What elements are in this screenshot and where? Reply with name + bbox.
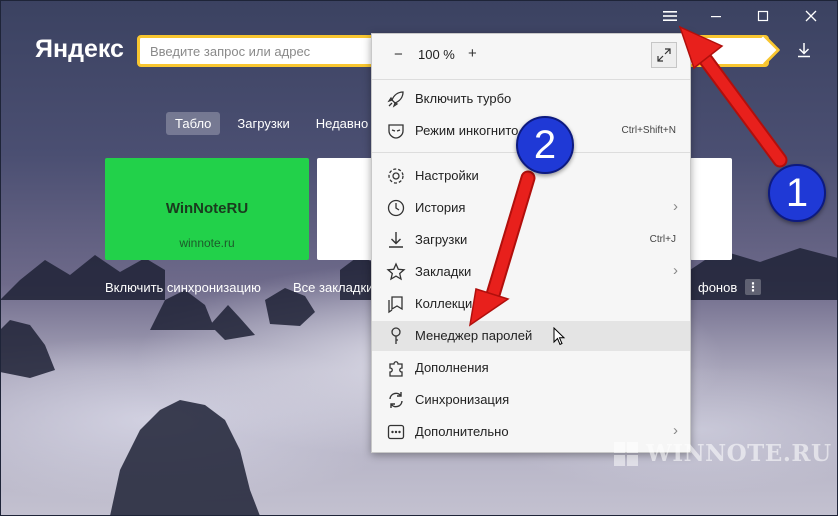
more-options-button[interactable]: ⋮: [745, 279, 761, 295]
key-icon: [391, 327, 401, 344]
menu-item-label: История: [415, 200, 466, 215]
menu-item-password-manager[interactable]: Менеджер паролей: [372, 321, 690, 351]
submenu-arrow-icon: ›: [673, 262, 678, 279]
incognito-mask-icon: [388, 124, 404, 139]
windows-logo-icon: [614, 442, 638, 466]
menu-item-label: Включить турбо: [415, 91, 512, 106]
zoom-in-button[interactable]: +: [468, 45, 477, 62]
tab-downloads[interactable]: Загрузки: [228, 112, 298, 135]
yandex-logo[interactable]: Яндекс: [35, 35, 124, 64]
annotation-badge-2: 2: [516, 116, 574, 174]
mouse-cursor-icon: [553, 327, 566, 346]
sync-link[interactable]: Включить синхронизацию: [105, 280, 261, 295]
tab-tablo[interactable]: Табло: [166, 112, 221, 135]
menu-item-label: Синхронизация: [415, 392, 510, 407]
more-dots-icon: [387, 424, 405, 440]
menu-item-label: Коллекци: [415, 296, 473, 311]
menu-button[interactable]: [648, 2, 692, 30]
zoom-out-button[interactable]: −: [394, 46, 403, 63]
menu-item-shortcut: Ctrl+J: [649, 234, 676, 245]
minimize-button[interactable]: [694, 2, 738, 30]
star-icon: [386, 262, 406, 281]
maximize-icon: [757, 10, 769, 22]
backgrounds-link[interactable]: фонов: [698, 280, 737, 295]
menu-item-label: Дополнения: [415, 360, 489, 375]
watermark-text: WINNOTE.RU: [646, 440, 832, 467]
collections-icon: [388, 296, 403, 314]
submenu-arrow-icon: ›: [673, 422, 678, 439]
submenu-arrow-icon: ›: [673, 198, 678, 215]
menu-item-history[interactable]: История ›: [372, 193, 690, 223]
watermark: WINNOTE.RU: [612, 438, 831, 468]
newtab-tabs: Табло Загрузки Недавно з: [166, 112, 387, 135]
menu-item-sync[interactable]: Синхронизация: [372, 385, 690, 415]
menu-item-turbo[interactable]: Включить турбо: [372, 84, 690, 114]
menu-item-downloads[interactable]: Загрузки Ctrl+J: [372, 225, 690, 255]
zoom-row: − 100 % +: [372, 42, 690, 72]
minimize-icon: [711, 16, 721, 18]
browser-main-menu: − 100 % + Включить турбо Режим инкогнито…: [371, 33, 691, 453]
maximize-button[interactable]: [741, 2, 785, 30]
all-bookmarks-link[interactable]: Все закладки: [293, 280, 373, 295]
menu-item-label: Дополнительно: [415, 424, 509, 439]
clock-icon: [387, 199, 405, 217]
downloads-button[interactable]: [796, 42, 812, 63]
annotation-badge-1: 1: [768, 164, 826, 222]
speed-dial-tile-winnoteru[interactable]: WinNoteRU winnote.ru: [105, 158, 309, 260]
close-icon: [805, 10, 817, 22]
fullscreen-icon: [657, 48, 671, 62]
menu-item-label: Закладки: [415, 264, 472, 279]
menu-item-label: Настройки: [415, 168, 479, 183]
menu-item-shortcut: Ctrl+Shift+N: [621, 125, 676, 136]
rocket-icon: [387, 91, 404, 108]
search-input[interactable]: [148, 43, 372, 60]
menu-item-bookmarks[interactable]: Закладки ›: [372, 257, 690, 287]
menu-divider: [372, 79, 690, 80]
tile-url: winnote.ru: [179, 236, 235, 250]
menu-item-label: Менеджер паролей: [415, 328, 533, 343]
gear-icon: [388, 168, 404, 184]
hamburger-icon: [663, 11, 677, 21]
menu-item-collections[interactable]: Коллекци: [372, 289, 690, 319]
menu-item-extensions[interactable]: Дополнения: [372, 353, 690, 383]
menu-item-label: Загрузки: [415, 232, 468, 247]
fullscreen-button[interactable]: [651, 42, 677, 68]
menu-item-label: Режим инкогнито: [415, 123, 519, 138]
download-icon: [389, 232, 403, 248]
puzzle-icon: [389, 361, 403, 377]
zoom-level: 100 %: [418, 47, 455, 62]
tile-title: WinNoteRU: [165, 200, 249, 217]
sync-icon: [389, 392, 403, 408]
close-button[interactable]: [789, 2, 833, 30]
speed-dial-tile[interactable]: [317, 158, 375, 260]
download-icon: [798, 43, 810, 58]
speed-dial-tile[interactable]: [690, 158, 732, 260]
